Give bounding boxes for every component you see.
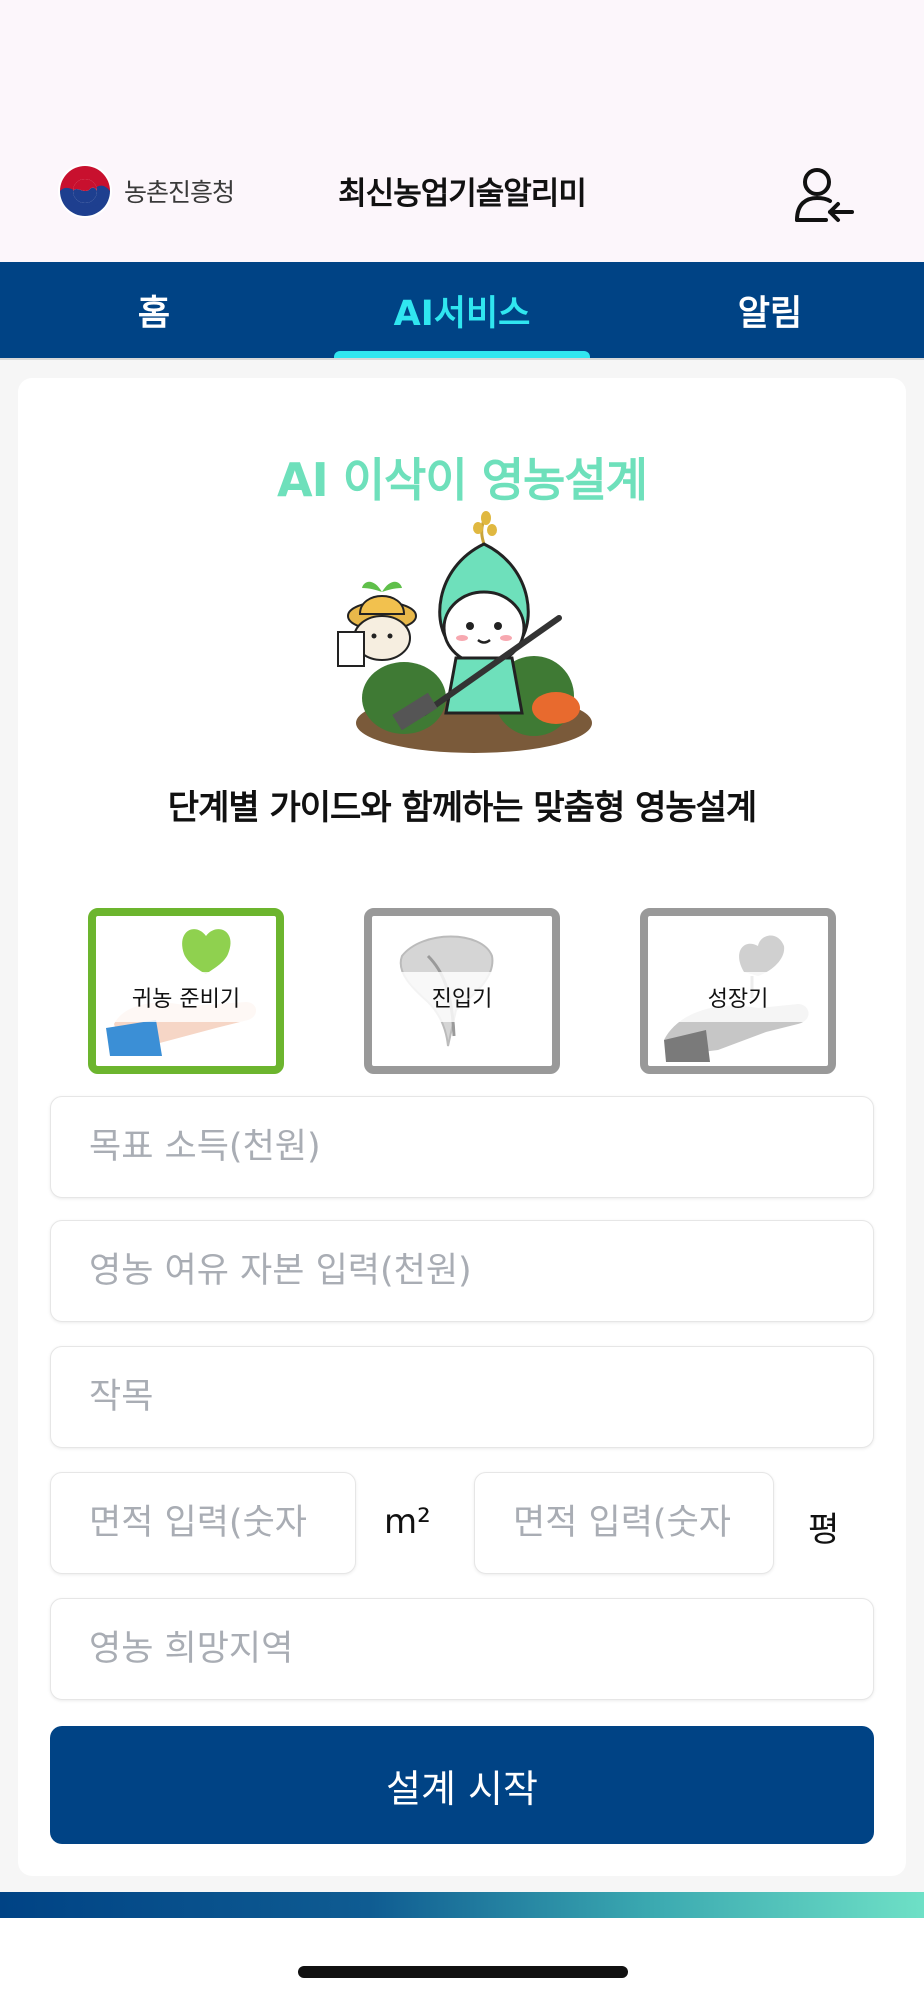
app-title: 최신농업기술알리미: [338, 176, 587, 212]
stage-label: 귀농 준비기: [96, 972, 276, 1022]
start-design-button[interactable]: 설계 시작: [50, 1726, 874, 1844]
user-login-icon[interactable]: [792, 162, 856, 226]
farm-design-card: AI 이삭이 영농설계 단계별 가이드와 함께하는 맞춤형 영농설계 귀농 준비…: [18, 378, 906, 1876]
page-title: AI 이삭이 영농설계: [277, 453, 648, 507]
crop-input[interactable]: [51, 1347, 873, 1447]
region-input[interactable]: [51, 1599, 873, 1699]
region-field[interactable]: [50, 1598, 874, 1700]
page-subtitle: 단계별 가이드와 함께하는 맞춤형 영농설계: [167, 788, 757, 828]
crop-field[interactable]: [50, 1346, 874, 1448]
tab-ai-service[interactable]: AI서비스: [308, 262, 616, 358]
stage-label: 진입기: [372, 972, 552, 1022]
area-pyeong-field[interactable]: [474, 1472, 774, 1574]
area-m2-field[interactable]: [50, 1472, 356, 1574]
stage-preparation[interactable]: 귀농 준비기: [88, 908, 284, 1074]
home-indicator[interactable]: [298, 1966, 628, 1978]
capital-field[interactable]: [50, 1220, 874, 1322]
stage-label: 성장기: [648, 972, 828, 1022]
nav-divider: [0, 358, 924, 360]
capital-input[interactable]: [51, 1221, 873, 1321]
area-m2-unit: m²: [384, 1502, 431, 1542]
mascot-farmer-illustration: [337, 511, 592, 753]
tab-home[interactable]: 홈: [0, 262, 308, 358]
app-header: 농촌진흥청 최신농업기술알리미: [0, 150, 924, 260]
area-pyeong-unit: 평: [808, 1510, 840, 1550]
stage-growth[interactable]: 성장기: [640, 908, 836, 1074]
area-m2-input[interactable]: [51, 1473, 355, 1573]
target-income-input[interactable]: [51, 1097, 873, 1197]
target-income-field[interactable]: [50, 1096, 874, 1198]
stage-entry[interactable]: 진입기: [364, 908, 560, 1074]
bottom-safe-area: [0, 1918, 924, 2000]
main-nav: 홈 AI서비스 알림: [0, 262, 924, 358]
footer-gradient-bar: [0, 1892, 924, 1918]
tab-notifications[interactable]: 알림: [616, 262, 924, 358]
area-pyeong-input[interactable]: [475, 1473, 773, 1573]
